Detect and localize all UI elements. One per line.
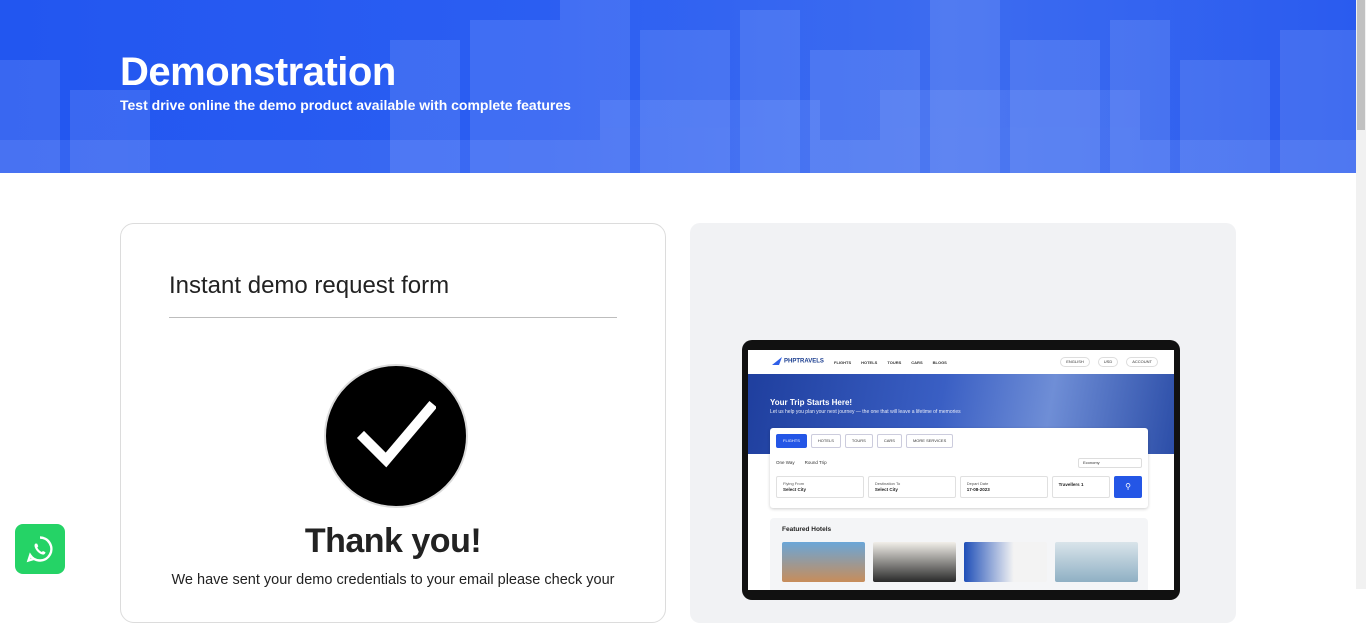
hotel-thumbnail — [782, 542, 865, 582]
preview-search-box: FLIGHTS HOTELS TOURS CARS MORE SERVICES … — [770, 428, 1148, 508]
hotel-thumbnail — [1055, 542, 1138, 582]
preview-currency: USD — [1097, 357, 1119, 367]
preview-language: ENGLISH — [1060, 357, 1090, 367]
whatsapp-button[interactable] — [15, 524, 65, 574]
preview-field-from: Flying From Select City — [776, 476, 864, 498]
preview-field-to: Destination To Select City — [867, 476, 956, 498]
preview-hotel-thumbnails — [782, 542, 1138, 582]
preview-field-travellers: Travellers 1 — [1051, 476, 1110, 498]
preview-hero-subtitle: Let us help you plan your next journey —… — [770, 409, 961, 415]
whatsapp-icon — [26, 536, 53, 563]
demo-request-card: Instant demo request form Thank you! We … — [120, 223, 666, 623]
preview-trip-type: One Way Round Trip — [776, 460, 827, 465]
preview-field-date: Depart Date 17-08-2023 — [959, 476, 1048, 498]
product-preview-card: PHPTRAVELS FLIGHTS HOTELS TOURS CARS BLO… — [690, 223, 1236, 623]
preview-featured-hotels: Featured Hotels — [770, 518, 1148, 590]
hotel-thumbnail — [873, 542, 956, 582]
preview-cabin-class: Economy — [1078, 458, 1142, 468]
preview-menu-item: CARS — [911, 360, 923, 365]
laptop-mockup: PHPTRAVELS FLIGHTS HOTELS TOURS CARS BLO… — [742, 340, 1180, 600]
preview-tab-hotels: HOTELS — [810, 434, 841, 448]
plane-logo-icon — [772, 357, 782, 365]
preview-hero-title: Your Trip Starts Here! — [770, 398, 853, 407]
laptop-screen: PHPTRAVELS FLIGHTS HOTELS TOURS CARS BLO… — [748, 350, 1174, 590]
preview-account: ACCOUNT — [1126, 357, 1158, 367]
preview-featured-title: Featured Hotels — [782, 526, 832, 533]
preview-menu: FLIGHTS HOTELS TOURS CARS BLOGS — [834, 360, 947, 365]
hotel-thumbnail — [964, 542, 1047, 582]
preview-menu-item: BLOGS — [932, 360, 947, 365]
page-subtitle: Test drive online the demo product avail… — [120, 97, 571, 113]
preview-tabs: FLIGHTS HOTELS TOURS CARS MORE SERVICES — [776, 434, 954, 448]
hero-banner: Demonstration Test drive online the demo… — [0, 0, 1356, 173]
preview-navbar: PHPTRAVELS FLIGHTS HOTELS TOURS CARS BLO… — [748, 350, 1174, 374]
form-title: Instant demo request form — [169, 272, 450, 299]
form-divider — [169, 317, 617, 318]
preview-round-trip: Round Trip — [804, 460, 827, 465]
thank-you-message: We have sent your demo credentials to yo… — [171, 572, 615, 588]
success-check-icon — [324, 364, 468, 508]
thank-you-heading: Thank you! — [304, 522, 482, 560]
preview-search-fields: Flying From Select City Destination To Sel… — [776, 476, 1142, 498]
page-scrollbar[interactable] — [1356, 0, 1366, 589]
preview-one-way: One Way — [776, 460, 795, 465]
preview-menu-item: FLIGHTS — [834, 360, 852, 365]
preview-tab-tours: TOURS — [844, 434, 873, 448]
page-title: Demonstration — [120, 50, 396, 94]
preview-tab-more: MORE SERVICES — [905, 434, 954, 448]
preview-menu-item: HOTELS — [861, 360, 878, 365]
preview-tab-cars: CARS — [876, 434, 902, 448]
scrollbar-thumb[interactable] — [1357, 0, 1365, 130]
preview-logo: PHPTRAVELS — [772, 357, 824, 365]
search-icon: ⚲ — [1114, 476, 1142, 498]
preview-tab-flights: FLIGHTS — [776, 434, 807, 448]
preview-nav-right: ENGLISH USD ACCOUNT — [1060, 357, 1158, 367]
preview-menu-item: TOURS — [887, 360, 902, 365]
